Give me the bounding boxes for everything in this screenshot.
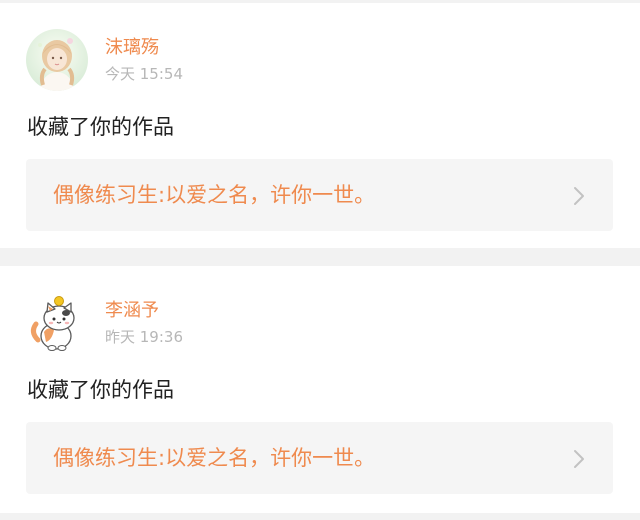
timestamp: 今天 15:54 [105, 65, 183, 83]
action-text: 收藏了你的作品 [27, 378, 174, 402]
action-text: 收藏了你的作品 [27, 115, 174, 139]
work-title: 偶像练习生:以爱之名，许你一世。 [53, 446, 376, 470]
work-link[interactable]: 偶像练习生:以爱之名，许你一世。 [26, 159, 613, 231]
chevron-right-icon [574, 450, 584, 468]
username[interactable]: 李涵予 [105, 300, 159, 322]
username[interactable]: 沫璃殇 [105, 37, 159, 59]
work-title: 偶像练习生:以爱之名，许你一世。 [53, 183, 376, 207]
user-avatar[interactable] [26, 29, 88, 91]
work-link[interactable]: 偶像练习生:以爱之名，许你一世。 [26, 422, 613, 494]
cartoon-cat-avatar-icon [26, 292, 88, 354]
user-avatar[interactable] [26, 292, 88, 354]
notification-card: 李涵予 昨天 19:36 收藏了你的作品 偶像练习生:以爱之名，许你一世。 [0, 266, 640, 513]
timestamp: 昨天 19:36 [105, 328, 183, 346]
girl-photo-avatar-icon [26, 29, 88, 91]
chevron-right-icon [574, 187, 584, 205]
notification-feed: 沫璃殇 今天 15:54 收藏了你的作品 偶像练习生:以爱之名，许你一世。 李涵… [0, 0, 640, 520]
notification-card: 沫璃殇 今天 15:54 收藏了你的作品 偶像练习生:以爱之名，许你一世。 [0, 3, 640, 248]
